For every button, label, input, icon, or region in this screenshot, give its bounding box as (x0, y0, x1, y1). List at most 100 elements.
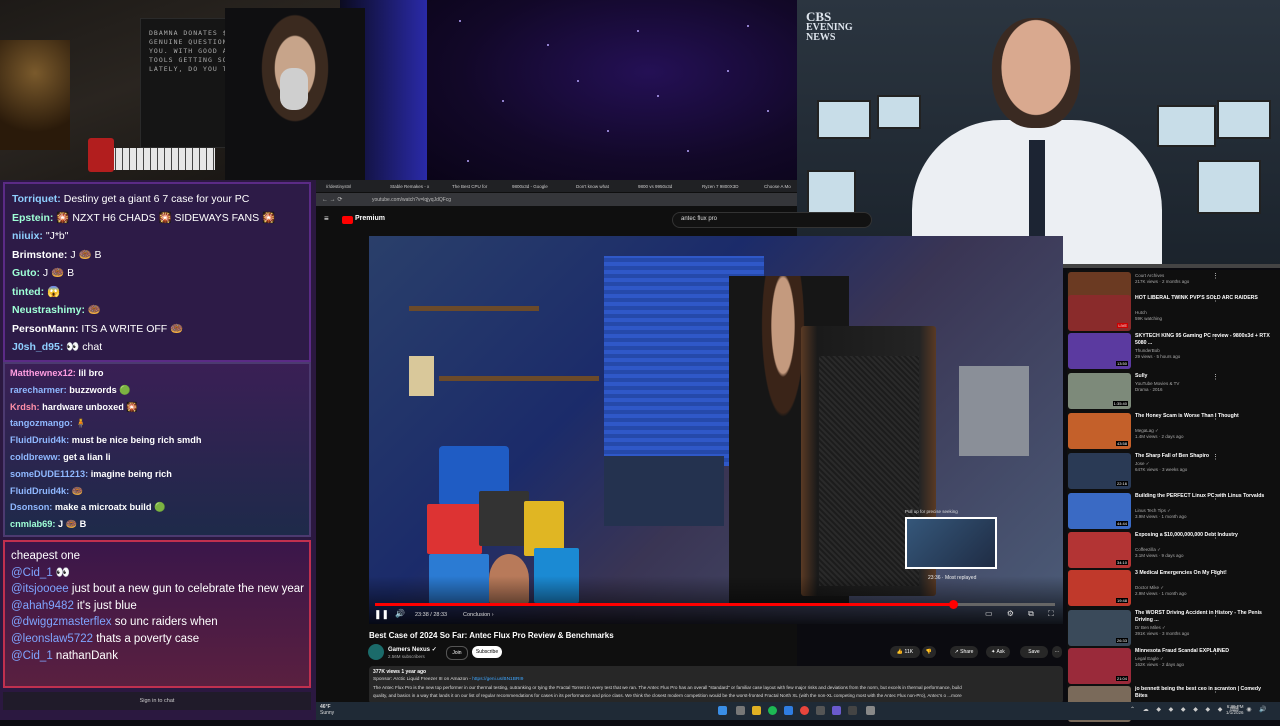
video-title[interactable]: Building the PERFECT Linux PC with Linus… (1135, 493, 1275, 500)
video-title[interactable]: The Honey Scam is Worse Than I Thought (1135, 413, 1275, 420)
browser-tab[interactable]: Don't know what (576, 182, 630, 192)
pause-icon[interactable]: ❚❚ (374, 609, 389, 620)
subscribe-button[interactable]: Subscribe (472, 646, 502, 658)
ask-button[interactable]: ✦ Ask (986, 646, 1010, 658)
app-icon[interactable] (816, 706, 825, 715)
channel-avatar[interactable] (368, 644, 384, 660)
like-button[interactable]: 👍 11K (890, 646, 920, 658)
recommended-video[interactable]: 26:33 The WORST Driving Accident in Histo… (1068, 610, 1280, 650)
chat-username[interactable]: @Cid_1 (11, 650, 53, 662)
youtube-logo-icon[interactable] (342, 216, 353, 224)
browser-tab[interactable]: 9800 vs 9950x3d (638, 182, 688, 192)
volume-icon[interactable]: 🔊 (395, 609, 405, 618)
chat-username[interactable]: Brimstone: (12, 249, 67, 261)
chat-username[interactable]: @dwiggzmasterflex (11, 616, 112, 628)
video-thumbnail[interactable]: 13:50 (1068, 333, 1131, 369)
more-options-icon[interactable]: ⋮ (1212, 295, 1219, 303)
app-icon[interactable] (832, 706, 841, 715)
browser-tab[interactable]: Ryzen 7 9800X3D (702, 182, 756, 192)
recommended-video[interactable]: 1:35:40 Sully YouTube Movies & TV Drama · 2… (1068, 373, 1280, 413)
chat-username[interactable]: someDUDE11213: (10, 469, 88, 479)
chat-username[interactable]: Epstein: (12, 212, 53, 224)
browser-tab[interactable]: /r/destinystnl (326, 182, 376, 192)
recommended-video[interactable]: 44:44 Building the PERFECT Linux PC with … (1068, 493, 1280, 533)
video-thumbnail[interactable]: 26:33 (1068, 610, 1131, 646)
sign-in-to-chat-button[interactable]: Sign in to chat (3, 692, 311, 710)
more-options-icon[interactable]: ⋮ (1212, 493, 1219, 501)
edge-icon[interactable] (784, 706, 793, 715)
scrubber-handle[interactable] (949, 600, 958, 609)
recommended-video[interactable]: 34:10 Exposing a $10,000,000,000 Debt Ind… (1068, 532, 1280, 572)
chat-username[interactable]: cnmlab69: (10, 519, 55, 529)
sponsor-link[interactable]: https://geni.us/BN1BRI9 (472, 677, 523, 682)
recommended-video[interactable]: LIVE HOT LIBERAL TWINK PVP'S SOLD ARC RAI… (1068, 295, 1280, 335)
dislike-button[interactable]: 👎 (922, 646, 936, 658)
recommended-video[interactable]: 13:50 SKYTECH KING 95 Gaming PC review - … (1068, 333, 1280, 373)
save-button[interactable]: Save (1020, 646, 1048, 658)
chapter-label[interactable]: Conclusion › (463, 612, 494, 618)
chat-username[interactable]: Guto: (12, 267, 40, 279)
more-options-icon[interactable]: ⋮ (1212, 373, 1219, 381)
more-options-icon[interactable]: ⋮ (1212, 453, 1219, 461)
chat-username[interactable]: FluidDruid4k: (10, 435, 69, 445)
chrome-icon[interactable] (800, 706, 809, 715)
more-actions-button[interactable]: ··· (1052, 646, 1062, 658)
video-thumbnail[interactable]: 19:48 (1068, 570, 1131, 606)
more-options-icon[interactable]: ⋮ (1212, 686, 1219, 694)
settings-icon[interactable] (866, 706, 875, 715)
share-button[interactable]: ↗ Share (950, 646, 978, 658)
chat-username[interactable]: tangozmango: (10, 418, 73, 428)
recommended-video[interactable]: 43:58 The Honey Scam is Worse Than I Thou… (1068, 413, 1280, 453)
chat-username[interactable]: @Cid_1 (11, 567, 53, 579)
chat-username[interactable]: niiuix: (12, 230, 43, 242)
video-thumbnail[interactable]: 1:35:40 (1068, 373, 1131, 409)
search-icon[interactable] (736, 706, 745, 715)
chat-username[interactable]: @itsjoooee (11, 583, 69, 595)
video-thumbnail[interactable]: 43:58 (1068, 413, 1131, 449)
menu-icon[interactable]: ≡ (324, 214, 329, 223)
chat-username[interactable]: J0sh_d95: (12, 341, 63, 353)
system-tray-icons[interactable]: ⌃ ☁ ◆ ◆ ◆ ◆ ◆ ◆ ⌨ ◉ 🔊 (1130, 706, 1270, 713)
chat-username[interactable]: coldbreww: (10, 452, 61, 462)
player-controls-right[interactable]: ▭ ⚙ ⧉ ⛶ (985, 609, 1060, 619)
browser-tab[interactable]: The Best CPU for (452, 182, 502, 192)
video-title[interactable]: HOT LIBERAL TWINK PVP'S SOLD ARC RAIDERS (1135, 295, 1275, 302)
more-options-icon[interactable]: ⋮ (1212, 648, 1219, 656)
video-thumbnail[interactable]: 44:44 (1068, 493, 1131, 529)
chat-username[interactable]: PersonMann: (12, 323, 79, 335)
taskbar-clock[interactable]: 6:39 PM 1/1/2026 (1226, 704, 1244, 716)
browser-tab[interactable]: 9800x3d - Google (512, 182, 566, 192)
start-icon[interactable] (718, 706, 727, 715)
chat-username[interactable]: @leonslaw5722 (11, 633, 93, 645)
video-thumbnail[interactable]: LIVE (1068, 295, 1131, 331)
back-forward-icons[interactable]: ← → ⟳ (322, 196, 342, 203)
video-title[interactable]: The Sharp Fall of Ben Shapiro (1135, 453, 1275, 460)
spotify-icon[interactable] (768, 706, 777, 715)
video-thumbnail[interactable]: 21:04 (1068, 648, 1131, 684)
chat-username[interactable]: FluidDruid4k: (10, 486, 69, 496)
recommended-video[interactable]: 19:48 3 Medical Emergencies On My Flight!… (1068, 570, 1280, 610)
video-title[interactable]: SKYTECH KING 95 Gaming PC review - 9800x… (1135, 333, 1275, 347)
more-options-icon[interactable]: ⋮ (1212, 272, 1219, 280)
video-thumbnail[interactable]: 34:10 (1068, 532, 1131, 568)
video-title[interactable]: Minnesota Fraud Scandal EXPLAINED (1135, 648, 1275, 655)
recommended-video[interactable]: 21:04 Minnesota Fraud Scandal EXPLAINED Le… (1068, 648, 1280, 688)
more-options-icon[interactable]: ⋮ (1212, 413, 1219, 421)
more-options-icon[interactable]: ⋮ (1212, 333, 1219, 341)
chat-username[interactable]: Torriquet: (12, 193, 61, 205)
weather-widget[interactable]: 46°F Sunny (320, 704, 334, 716)
channel-name[interactable]: Gamers Nexus ✓ (388, 646, 437, 653)
recommended-video[interactable]: 22:16 The Sharp Fall of Ben Shapiro Jose ✓… (1068, 453, 1280, 493)
file-explorer-icon[interactable] (752, 706, 761, 715)
video-thumbnail[interactable]: 22:16 (1068, 453, 1131, 489)
video-title[interactable]: 3 Medical Emergencies On My Flight! (1135, 570, 1275, 577)
join-button[interactable]: Join (446, 646, 468, 660)
video-title[interactable]: The WORST Driving Accident in History - … (1135, 610, 1275, 624)
video-title[interactable]: Exposing a $10,000,000,000 Debt Industry (1135, 532, 1275, 539)
more-options-icon[interactable]: ⋮ (1212, 610, 1219, 618)
video-title[interactable]: Sully (1135, 373, 1275, 380)
chat-username[interactable]: tinted: (12, 286, 44, 298)
video-title[interactable]: jo bennett being the best ceo in scranto… (1135, 686, 1275, 700)
more-options-icon[interactable]: ⋮ (1212, 532, 1219, 540)
more-options-icon[interactable]: ⋮ (1212, 570, 1219, 578)
